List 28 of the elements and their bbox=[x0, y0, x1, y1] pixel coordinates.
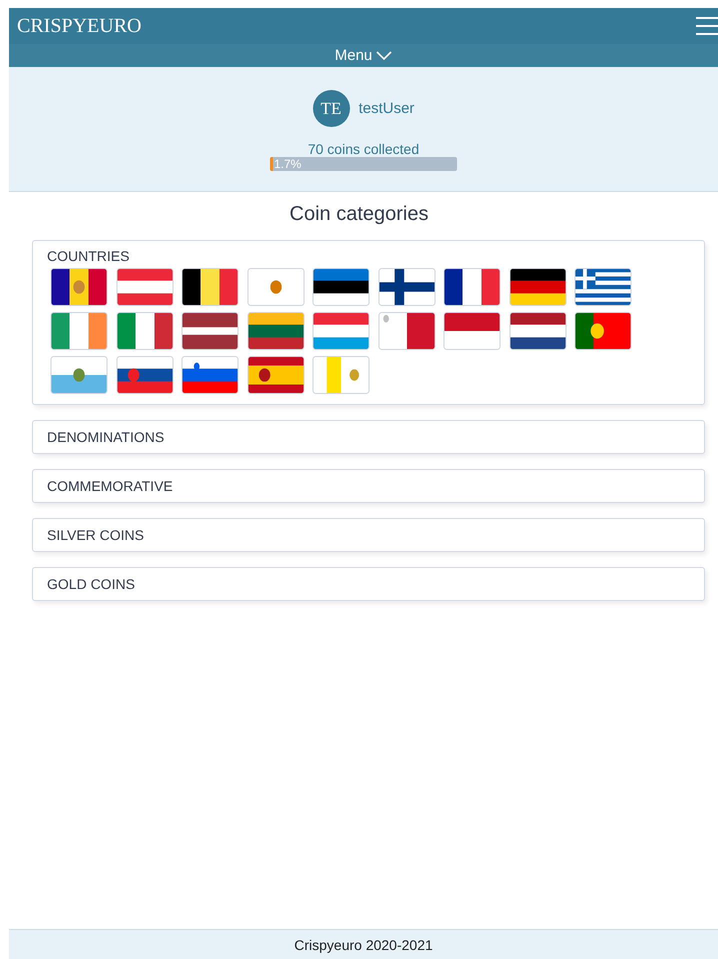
coins-collected: 70 coins collected bbox=[308, 141, 420, 157]
category-header[interactable]: GOLD COINS bbox=[33, 568, 704, 600]
menu-toggle[interactable]: Menu bbox=[334, 47, 392, 64]
flag-icon[interactable] bbox=[508, 312, 566, 350]
flag-icon[interactable] bbox=[443, 268, 501, 306]
flag-icon[interactable] bbox=[50, 268, 108, 306]
flag-icon[interactable] bbox=[246, 312, 304, 350]
flag-icon[interactable] bbox=[574, 312, 632, 350]
footer-text: Crispyeuro 2020-2021 bbox=[294, 936, 433, 952]
menu-icon[interactable] bbox=[696, 16, 718, 36]
flag-icon[interactable] bbox=[246, 356, 304, 394]
category-header[interactable]: SILVER COINS bbox=[33, 519, 704, 551]
username: testUser bbox=[358, 100, 414, 117]
flag-icon[interactable] bbox=[181, 312, 239, 350]
category-header[interactable]: DENOMINATIONS bbox=[33, 421, 704, 453]
progress-reading: 1.7% bbox=[274, 157, 302, 171]
chevron-down-icon bbox=[376, 50, 392, 60]
flag-icon[interactable] bbox=[378, 268, 436, 306]
flag-icon[interactable] bbox=[508, 268, 566, 306]
section-title: Coin categories bbox=[288, 203, 430, 226]
flag-icon[interactable] bbox=[116, 356, 174, 394]
flag-icon[interactable] bbox=[181, 268, 239, 306]
category-header[interactable]: COMMEMORATIVE bbox=[33, 470, 704, 502]
flag-icon[interactable] bbox=[574, 268, 632, 306]
flag-icon[interactable] bbox=[312, 268, 370, 306]
site-logo[interactable]: CRISPYEURO bbox=[17, 14, 142, 38]
category-header[interactable]: COUNTRIES bbox=[33, 241, 704, 264]
user-avatar: TE bbox=[312, 90, 350, 127]
